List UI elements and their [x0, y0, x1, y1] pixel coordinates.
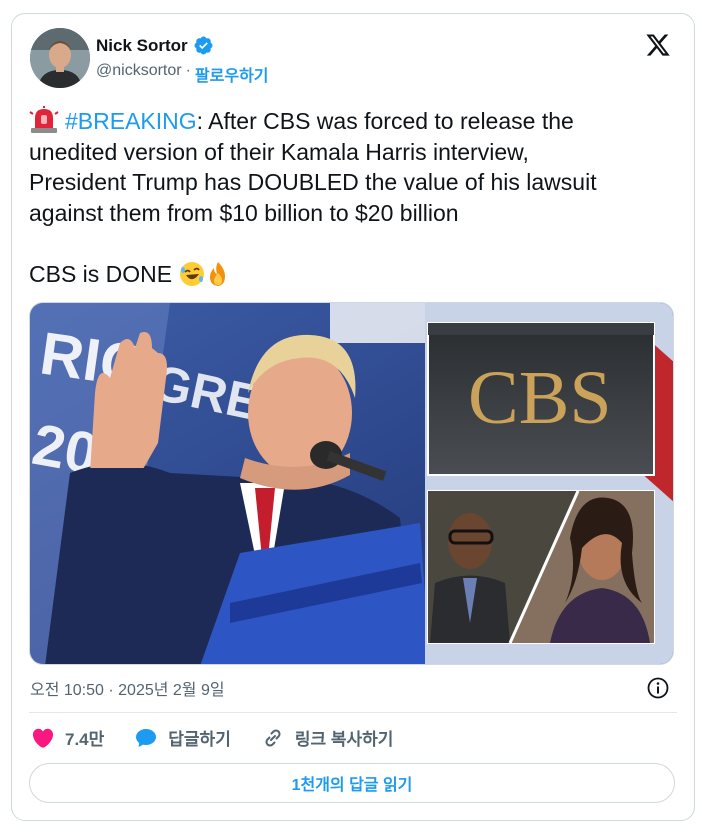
author-name[interactable]: Nick Sortor: [96, 36, 188, 56]
tweet-text: #BREAKING: After CBS was forced to relea…: [29, 106, 679, 289]
reply-bubble-icon: [136, 728, 157, 747]
tweet-timestamp[interactable]: 오전 10:50 · 2025년 2월 9일: [30, 676, 225, 700]
heart-icon: [32, 728, 54, 748]
verified-badge-icon: [194, 36, 213, 55]
separator-dot: ·: [185, 62, 191, 79]
copy-link-button[interactable]: 링크 복사하기: [261, 725, 394, 750]
tweet-line-1: : After CBS was forced to release the: [196, 108, 574, 134]
fire-emoji-icon: [209, 261, 225, 286]
tweet-actions: 7.4만 답글하기 링크 복사하기: [31, 725, 423, 750]
copy-link-label: 링크 복사하기: [294, 730, 394, 749]
read-replies-button[interactable]: 1천개의 답글 읽기: [29, 763, 675, 803]
avatar[interactable]: [30, 28, 90, 88]
tweet-line-5: CBS is DONE: [29, 260, 173, 287]
divider: [29, 712, 677, 713]
reply-label: 답글하기: [168, 730, 231, 749]
rolling-laughing-emoji-icon: [179, 261, 204, 286]
follow-button[interactable]: 팔로우하기: [195, 62, 269, 86]
author-handle-row: @nicksortor · 팔로우하기: [96, 62, 269, 86]
tweet-line-4: against them from $10 billion to $20 bil…: [29, 199, 459, 226]
x-logo-icon[interactable]: [644, 32, 672, 58]
tweet-line-3: President Trump has DOUBLED the value of…: [29, 169, 597, 195]
info-icon[interactable]: [646, 676, 670, 700]
tweet-card: Nick Sortor @nicksortor · 팔로우하기 #BREAKIN…: [11, 13, 695, 821]
reply-button[interactable]: 답글하기: [134, 725, 231, 750]
link-icon: [265, 728, 281, 747]
tweet-media[interactable]: RIC GREA 202 CBS: [29, 302, 674, 665]
siren-emoji-icon: [29, 106, 59, 133]
like-button[interactable]: 7.4만: [31, 725, 104, 750]
avatar-image: [30, 28, 90, 88]
cbs-logo-text: CBS: [468, 356, 612, 440]
media-collage-image: RIC GREA 202 CBS: [30, 303, 673, 664]
tweet-line-2: unedited version of their Kamala Harris …: [29, 138, 529, 165]
author-name-row: Nick Sortor: [96, 35, 214, 56]
hashtag-breaking[interactable]: #BREAKING: [65, 108, 197, 134]
author-handle[interactable]: @nicksortor: [96, 62, 182, 86]
like-count: 7.4만: [65, 730, 105, 749]
